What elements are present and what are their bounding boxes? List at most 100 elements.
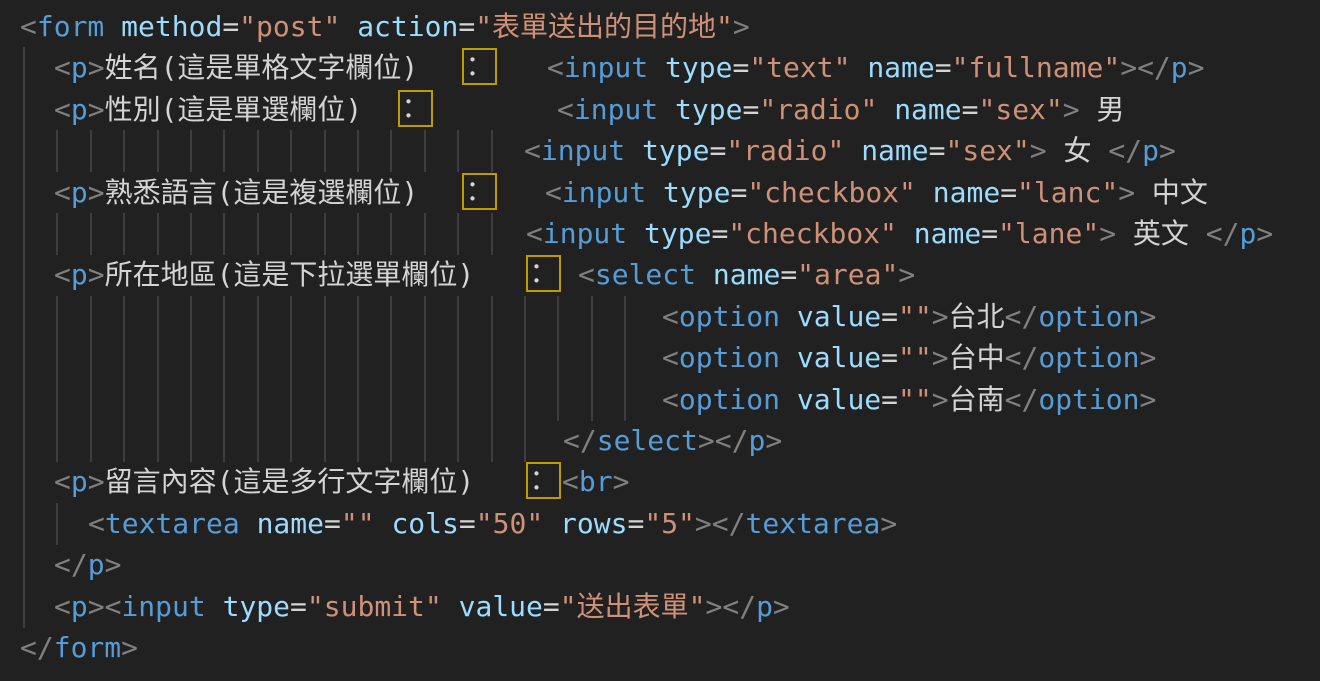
token-pu: </ bbox=[1005, 383, 1039, 416]
token-eq: = bbox=[709, 134, 726, 167]
code-segment: <input type="radio" name="sex"> 男 bbox=[557, 89, 1125, 131]
token-tx bbox=[104, 10, 121, 43]
token-pu: > bbox=[705, 590, 722, 623]
code-segment: </select></p> bbox=[563, 420, 782, 462]
indent-guide bbox=[557, 296, 559, 338]
indent-guide bbox=[624, 337, 626, 379]
indent-guide bbox=[524, 296, 526, 338]
token-pu: < bbox=[88, 507, 105, 540]
token-tx bbox=[442, 590, 459, 623]
token-pu: > bbox=[932, 300, 949, 333]
indent-guide bbox=[56, 420, 58, 462]
token-st: "" bbox=[898, 383, 932, 416]
token-pu: > bbox=[105, 548, 122, 581]
indent-guide bbox=[424, 337, 426, 379]
code-segment: <input type="text" name="fullname"></p> bbox=[547, 47, 1205, 89]
token-tx: 姓名(這是單格文字欄位) bbox=[105, 51, 419, 84]
token-at: value bbox=[459, 590, 543, 623]
token-pu: < bbox=[662, 341, 679, 374]
indent-guide bbox=[457, 420, 459, 462]
token-at: method bbox=[121, 10, 222, 43]
token-pu: > bbox=[932, 341, 949, 374]
indent-guide bbox=[23, 379, 25, 421]
token-pu: > bbox=[1140, 300, 1157, 333]
indent-guide bbox=[23, 172, 25, 214]
token-at: name bbox=[257, 507, 324, 540]
indent-guide bbox=[257, 130, 259, 172]
indent-guide bbox=[257, 337, 259, 379]
token-tg: input bbox=[543, 217, 627, 250]
code-line-16: </form> bbox=[0, 627, 1320, 669]
token-pu: > bbox=[1256, 217, 1273, 250]
code-line-11: </select></p> bbox=[0, 420, 1320, 462]
token-pu: </ bbox=[715, 424, 749, 457]
token-pu: < bbox=[662, 383, 679, 416]
token-at: type bbox=[675, 93, 742, 126]
code-segment: <form method="post" action="表單送出的目的地"> bbox=[20, 6, 750, 48]
code-segment: <select name="area"> bbox=[578, 254, 915, 296]
token-eq: = bbox=[1000, 176, 1017, 209]
indent-guide bbox=[290, 213, 292, 255]
token-eq: = bbox=[881, 341, 898, 374]
token-tx bbox=[646, 176, 663, 209]
token-tx: 男 bbox=[1080, 93, 1125, 126]
token-pu: > bbox=[898, 258, 915, 291]
indent-guide bbox=[90, 296, 92, 338]
token-tg: input bbox=[121, 590, 205, 623]
indent-guide bbox=[223, 296, 225, 338]
indent-guide bbox=[290, 130, 292, 172]
token-pu: < bbox=[54, 51, 71, 84]
token-at: name bbox=[861, 134, 928, 167]
token-at: type bbox=[223, 590, 290, 623]
indent-guide bbox=[223, 420, 225, 462]
token-pu: </ bbox=[1108, 134, 1142, 167]
indent-guide bbox=[23, 89, 25, 131]
indent-guide bbox=[357, 296, 359, 338]
token-st: "" bbox=[898, 300, 932, 333]
token-st: "fullname" bbox=[952, 51, 1121, 84]
indent-guide bbox=[23, 586, 25, 628]
token-st: "submit" bbox=[307, 590, 442, 623]
token-pu: < bbox=[662, 300, 679, 333]
token-tg: input bbox=[564, 51, 648, 84]
token-tx: 熟悉語言(這是複選欄位) bbox=[105, 176, 419, 209]
token-pu: > bbox=[1140, 383, 1157, 416]
unicode-highlight-colon: ： bbox=[462, 48, 497, 85]
indent-guide bbox=[23, 544, 25, 586]
token-pu: < bbox=[54, 176, 71, 209]
token-tx bbox=[375, 507, 392, 540]
token-pu: </ bbox=[722, 590, 756, 623]
indent-guide bbox=[257, 213, 259, 255]
code-editor[interactable]: <form method="post" action="表單送出的目的地"><p… bbox=[0, 0, 1320, 681]
token-st: "送出表單" bbox=[560, 590, 706, 623]
indent-guide bbox=[190, 213, 192, 255]
token-tg: p bbox=[1240, 217, 1257, 250]
token-tg: option bbox=[679, 341, 780, 374]
indent-guide bbox=[557, 379, 559, 421]
token-tx bbox=[780, 341, 797, 374]
code-segment: <p>熟悉語言(這是複選欄位) bbox=[54, 172, 418, 214]
indent-guide bbox=[23, 461, 25, 503]
token-tx: 性別(這是單選欄位) bbox=[105, 93, 363, 126]
indent-guide bbox=[424, 420, 426, 462]
indent-guide bbox=[357, 420, 359, 462]
indent-guide bbox=[90, 130, 92, 172]
token-st: "5" bbox=[644, 507, 695, 540]
token-at: value bbox=[797, 383, 881, 416]
token-at: action bbox=[357, 10, 458, 43]
indent-guide bbox=[424, 130, 426, 172]
indent-guide bbox=[23, 47, 25, 89]
token-tg: p bbox=[71, 590, 88, 623]
code-segment: <input type="checkbox" name="lane"> 英文 <… bbox=[526, 213, 1273, 255]
token-pu: </ bbox=[1137, 51, 1171, 84]
token-pu: > bbox=[932, 383, 949, 416]
token-eq: = bbox=[881, 300, 898, 333]
code-segment: <option value="">台南</option> bbox=[662, 379, 1156, 421]
code-segment: <option value="">台北</option> bbox=[662, 296, 1156, 338]
indent-guide bbox=[190, 379, 192, 421]
token-tg: option bbox=[679, 383, 780, 416]
token-eq: = bbox=[981, 217, 998, 250]
token-at: type bbox=[665, 51, 732, 84]
token-st: "lanc" bbox=[1017, 176, 1118, 209]
token-eq: = bbox=[732, 51, 749, 84]
